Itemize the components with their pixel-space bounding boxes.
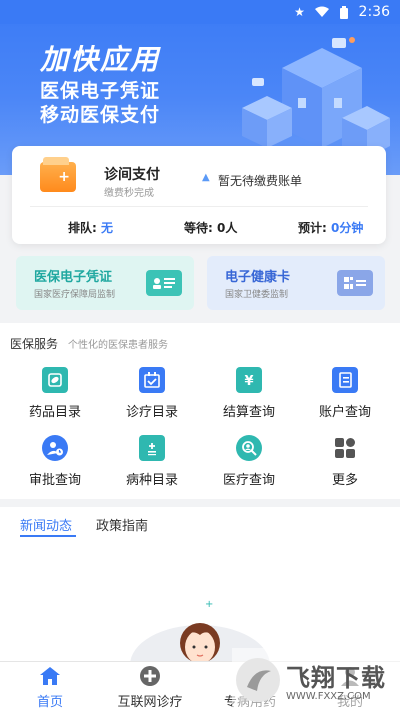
service-label: 审批查询 — [28, 473, 81, 488]
medicine-icon — [42, 367, 68, 393]
watermark-url: WWW.FXXZ.COM — [286, 690, 371, 702]
voucher-subtitle: 国家医疗保障局监制 — [34, 290, 116, 300]
payment-subtitle: 缴费秒完成 — [104, 188, 154, 199]
services-subtitle: 个性化的医保患者服务 — [68, 340, 169, 351]
voucher-title: 医保电子凭证 — [34, 270, 113, 285]
nav-label: 互联网诊疗 — [117, 695, 183, 710]
service-medical-query[interactable]: 医疗查询 — [204, 435, 294, 488]
service-approval-query[interactable]: 审批查询 — [10, 435, 100, 488]
isometric-city-illustration — [242, 37, 390, 158]
service-disease-catalog[interactable]: 病种目录 — [107, 435, 197, 488]
medical-insurance-voucher-card[interactable]: 医保电子凭证 国家医疗保障局监制 — [16, 256, 194, 310]
bill-status: 暂无待缴费账单 — [218, 174, 303, 188]
svg-text:¥: ¥ — [244, 374, 253, 389]
watermark-text: 飞翔下载 WWW.FXXZ.COM — [286, 658, 386, 702]
status-bar: ★ 2:36 — [0, 0, 400, 24]
service-label: 医疗查询 — [222, 473, 275, 488]
wait-label: 等待: — [184, 221, 213, 235]
service-settlement-query[interactable]: ¥ 结算查询 — [204, 367, 294, 420]
insurance-services-section: 医保服务 个性化的医保患者服务 药品目录 诊疗目录 ¥ 结算查询 账户查询 审批… — [0, 323, 400, 499]
watermark-logo-icon — [236, 657, 280, 702]
queue-label: 排队: — [68, 221, 97, 235]
search-user-icon — [236, 435, 262, 461]
service-medicine-catalog[interactable]: 药品目录 — [10, 367, 100, 420]
wait-info: 等待: 0人 — [184, 219, 237, 236]
wait-value: 0人 — [217, 221, 238, 235]
nav-home[interactable]: 首页 — [0, 665, 100, 710]
user-clock-icon — [42, 435, 68, 461]
queue-info: 排队: 无 — [68, 219, 113, 236]
health-card-title: 电子健康卡 — [225, 270, 291, 285]
service-account-query[interactable]: 账户查询 — [300, 367, 390, 420]
service-treatment-catalog[interactable]: 诊疗目录 — [107, 367, 197, 420]
services-header: 医保服务 个性化的医保患者服务 — [10, 335, 168, 352]
estimate-label: 预计: — [298, 221, 327, 235]
plus-circle-icon — [139, 665, 161, 687]
payment-title: 诊间支付 — [104, 167, 160, 183]
estimate-value: 0分钟 — [331, 221, 364, 235]
account-book-icon — [332, 367, 358, 393]
service-label: 诊疗目录 — [125, 405, 178, 420]
watermark-brand: 飞翔下载 — [286, 663, 386, 692]
bell-icon: ▲ — [202, 172, 210, 183]
tab-policy-guide[interactable]: 政策指南 — [96, 515, 148, 534]
banner-title: 加快应用 — [40, 43, 161, 76]
queue-value: 无 — [101, 221, 114, 235]
qr-card-icon — [337, 270, 373, 296]
e-health-card[interactable]: 电子健康卡 国家卫健委监制 — [207, 256, 385, 310]
more-grid-icon — [332, 435, 358, 461]
wallet-icon: + — [40, 157, 76, 192]
active-tab-indicator — [20, 535, 76, 537]
clinic-payment-card[interactable]: + 诊间支付 缴费秒完成 ▲ 暂无待缴费账单 排队: 无 等待: 0人 预计: … — [12, 146, 386, 244]
service-more[interactable]: 更多 — [300, 435, 390, 488]
news-section: 新闻动态 政策指南 + — [0, 507, 400, 665]
banner-line-2: 移动医保支付 — [40, 104, 161, 126]
yen-money-icon: ¥ — [236, 367, 262, 393]
divider — [30, 206, 368, 207]
svg-text:+: + — [205, 599, 213, 610]
services-title: 医保服务 — [10, 337, 59, 351]
home-icon — [39, 665, 61, 687]
estimate-info: 预计: 0分钟 — [298, 219, 363, 236]
document-plus-icon — [139, 435, 165, 461]
site-watermark: 飞翔下载 WWW.FXXZ.COM — [232, 648, 400, 711]
clock-time: 2:36 — [358, 4, 390, 20]
health-card-subtitle: 国家卫健委监制 — [225, 290, 289, 300]
id-card-icon — [146, 270, 182, 296]
tab-news[interactable]: 新闻动态 — [20, 515, 72, 534]
nav-online-consult[interactable]: 互联网诊疗 — [100, 665, 200, 710]
battery-icon — [337, 5, 351, 19]
service-label: 更多 — [331, 473, 358, 488]
nav-label: 首页 — [36, 695, 63, 710]
star-icon: ★ — [294, 5, 305, 19]
service-label: 药品目录 — [28, 405, 81, 420]
calendar-check-icon — [139, 367, 165, 393]
service-label: 病种目录 — [125, 473, 178, 488]
service-label: 结算查询 — [222, 405, 275, 420]
wifi-icon — [314, 5, 329, 19]
banner-line-1: 医保电子凭证 — [40, 80, 161, 102]
service-label: 账户查询 — [318, 405, 371, 420]
